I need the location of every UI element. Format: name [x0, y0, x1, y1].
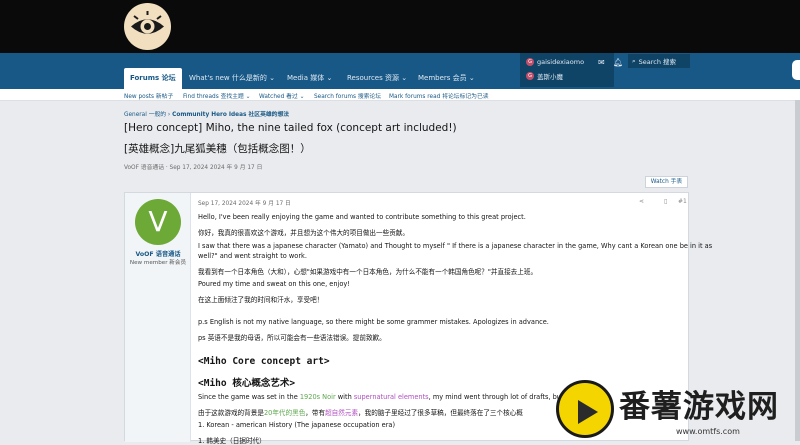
breadcrumb-general[interactable]: General 一般的 — [124, 112, 166, 118]
subnav-find-threads[interactable]: Find threads 查找主题 ⌄ — [183, 91, 250, 100]
inbox-icon[interactable]: ✉ — [598, 58, 605, 67]
tab-whats-new[interactable]: What's new 什么是新的 ⌄ — [189, 68, 275, 89]
post-line: 在这上面倾注了我的时间和汗水，享受吧！ — [198, 296, 324, 304]
tab-media[interactable]: Media 媒体 ⌄ — [287, 68, 332, 89]
eye-emblem-icon[interactable] — [124, 3, 171, 50]
user-account-row[interactable]: Ggaisidexiaomo — [526, 55, 584, 69]
bookmark-icon[interactable]: ▯ — [664, 198, 667, 205]
post-line: Hello, I've been really enjoying the gam… — [198, 213, 526, 221]
username: gaisidexiaomo — [537, 58, 585, 66]
sub-nav: New posts 新帖子 Find threads 查找主题 ⌄ Watche… — [0, 89, 800, 101]
user-alias-row[interactable]: G 盖斯小魔 — [526, 69, 563, 83]
author-title: New member 新会员 — [129, 260, 187, 266]
share-icon[interactable]: ⋖ — [639, 198, 644, 205]
subnav-new-posts[interactable]: New posts 新帖子 — [124, 91, 173, 100]
post-line: I saw that there was a japanese characte… — [198, 242, 713, 250]
post-author-pane: V VoOF 语音通话 New member 新会员 — [125, 193, 191, 442]
search-button[interactable]: ⌕ Search 搜索 — [628, 54, 690, 68]
post-line: 我看到有一个日本角色（大和），心想"如果游戏中有一个日本角色，为什么不能有一个韩… — [198, 268, 538, 276]
watch-button[interactable]: Watch 手表 — [645, 176, 688, 188]
site-header — [0, 0, 800, 53]
subnav-search-forums[interactable]: Search forums 搜索论坛 — [314, 91, 381, 100]
breadcrumb: General 一般的 › Community Hero Ideas 社区英雄的… — [124, 112, 290, 118]
user-avatar: G — [526, 58, 534, 66]
post-date[interactable]: Sep 17, 2024 2024 年 9 月 17 日 — [198, 198, 291, 207]
search-icon: ⌕ — [632, 56, 636, 65]
author-name[interactable]: VoOF 语音通话 — [125, 249, 191, 258]
post-line: well?" and went straight to work. — [198, 252, 307, 260]
search-label: Search 搜索 — [638, 58, 677, 66]
list-item: 1. Korean - american History (The japane… — [198, 421, 396, 429]
post-line: 由于这款游戏的背景是20年代的黑色，带有超自然元素，我的脑子里经过了很多草稿，但… — [198, 409, 523, 417]
tab-resources[interactable]: Resources 资源 ⌄ — [347, 68, 407, 89]
subnav-watched[interactable]: Watched 看过 ⌄ — [259, 91, 304, 100]
post-line: p.s English is not my native language, s… — [198, 318, 549, 326]
post-line: 你好，我真的很喜欢这个游戏，并且想为这个伟大的项目做出一些贡献。 — [198, 229, 409, 237]
user-alias: 盖斯小魔 — [537, 73, 563, 81]
bell-icon[interactable]: 🔔︎ — [613, 58, 623, 67]
watermark-text: 番薯游戏网 — [619, 389, 779, 425]
thread-meta: VoOF 语音通话 · Sep 17, 2024 2024 年 9 月 17 日 — [124, 165, 263, 171]
play-logo-icon — [556, 380, 614, 438]
tab-forums[interactable]: Forums 论坛 — [124, 68, 182, 89]
post-line: Since the game was set in the 1920s Noir… — [198, 393, 570, 401]
post-number[interactable]: #1 — [678, 198, 687, 205]
list-item: 1. 韩美史（日据时代） — [198, 437, 266, 445]
section-heading-zh: <Miho 核心概念艺术> — [198, 378, 296, 389]
tab-members[interactable]: Members 会员 ⌄ — [418, 68, 475, 89]
post-line: ps 英语不是我的母语，所以可能会有一些语法错误。提前致歉。 — [198, 334, 386, 342]
side-scroll-tab[interactable] — [792, 60, 800, 80]
watermark: 番薯游戏网 www.omtfs.com — [556, 378, 800, 441]
section-heading-en: <Miho Core concept art> — [198, 356, 330, 367]
author-avatar[interactable]: V — [135, 199, 181, 245]
subnav-mark-read[interactable]: Mark forums read 将论坛标记为已读 — [389, 91, 489, 100]
post-line: Poured my time and sweat on this one, en… — [198, 280, 350, 288]
user-avatar-small: G — [526, 72, 534, 80]
breadcrumb-hero-ideas[interactable]: Community Hero Ideas 社区英雄的想法 — [172, 112, 289, 118]
thread-title-en: [Hero concept] Miho, the nine tailed fox… — [124, 122, 457, 134]
watermark-url: www.omtfs.com — [676, 427, 740, 436]
thread-title-zh: [英雄概念]九尾狐美穗（包括概念图！） — [124, 143, 311, 155]
